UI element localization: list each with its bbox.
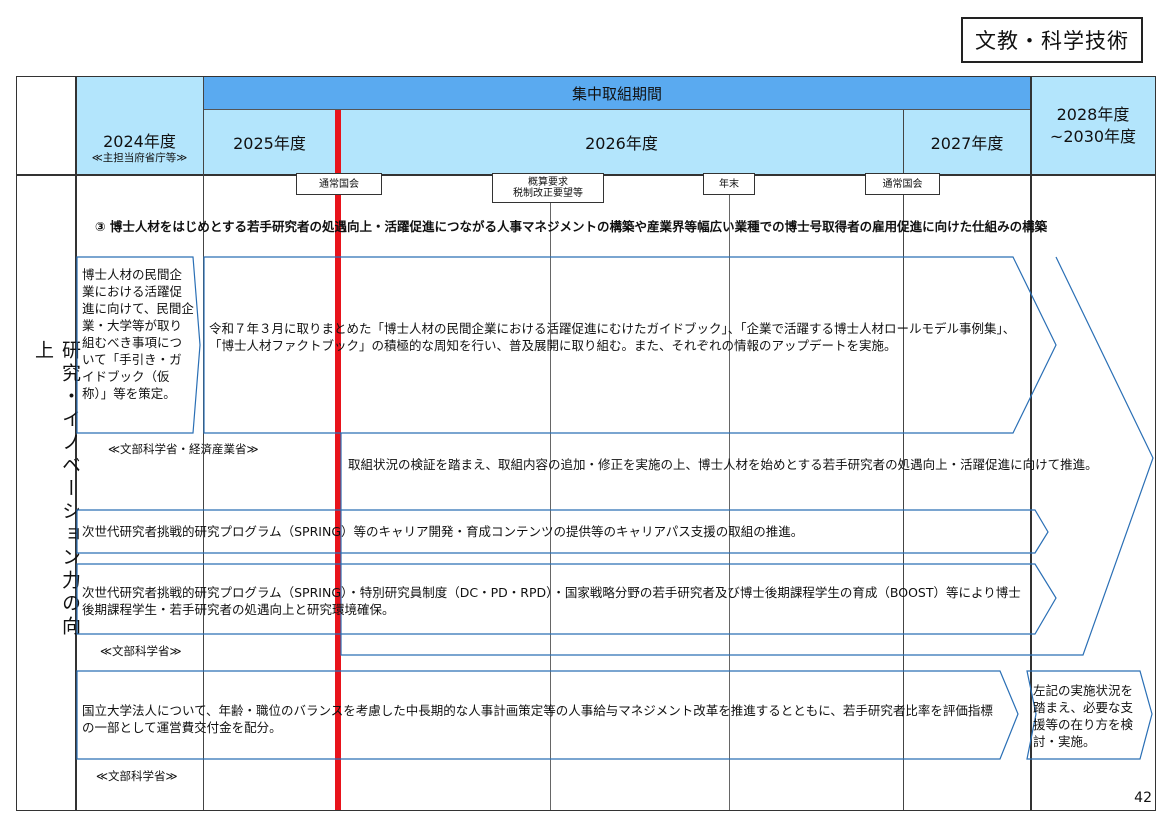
block-a-left-text: 博士人材の民間企業における活躍促進に向けて、民間企業・大学等が取り組むべき事項に… — [82, 267, 194, 401]
page-number: 42 — [1134, 790, 1152, 806]
block-a-main-text: 令和７年３月に取りまとめた「博士人材の民間企業における活躍促進にむけたガイドブッ… — [209, 321, 1016, 353]
block-c-ministry: ≪文部科学省≫ — [100, 644, 182, 658]
block-c-text: 次世代研究者挑戦的研究プログラム（SPRING）・特別研究員制度（DC・PD・R… — [82, 585, 1021, 617]
block-a-ministry: ≪文部科学省・経済産業省≫ — [108, 442, 259, 456]
block-d-text: 国立大学法人について、年齢・職位のバランスを考慮した中長期的な人事計画策定等の人… — [82, 703, 993, 735]
block-b-text: 次世代研究者挑戦的研究プログラム（SPRING）等のキャリア開発・育成コンテンツ… — [82, 524, 804, 539]
block-d-right-text: 左記の実施状況を踏まえ、必要な支援等の在り方を検討・実施。 — [1033, 683, 1134, 749]
block-d-ministry: ≪文部科学省≫ — [96, 769, 178, 783]
block-a-follow-text: 取組状況の検証を踏まえ、取組内容の追加・修正を実施の上、博士人材を始めとする若手… — [348, 457, 1098, 472]
